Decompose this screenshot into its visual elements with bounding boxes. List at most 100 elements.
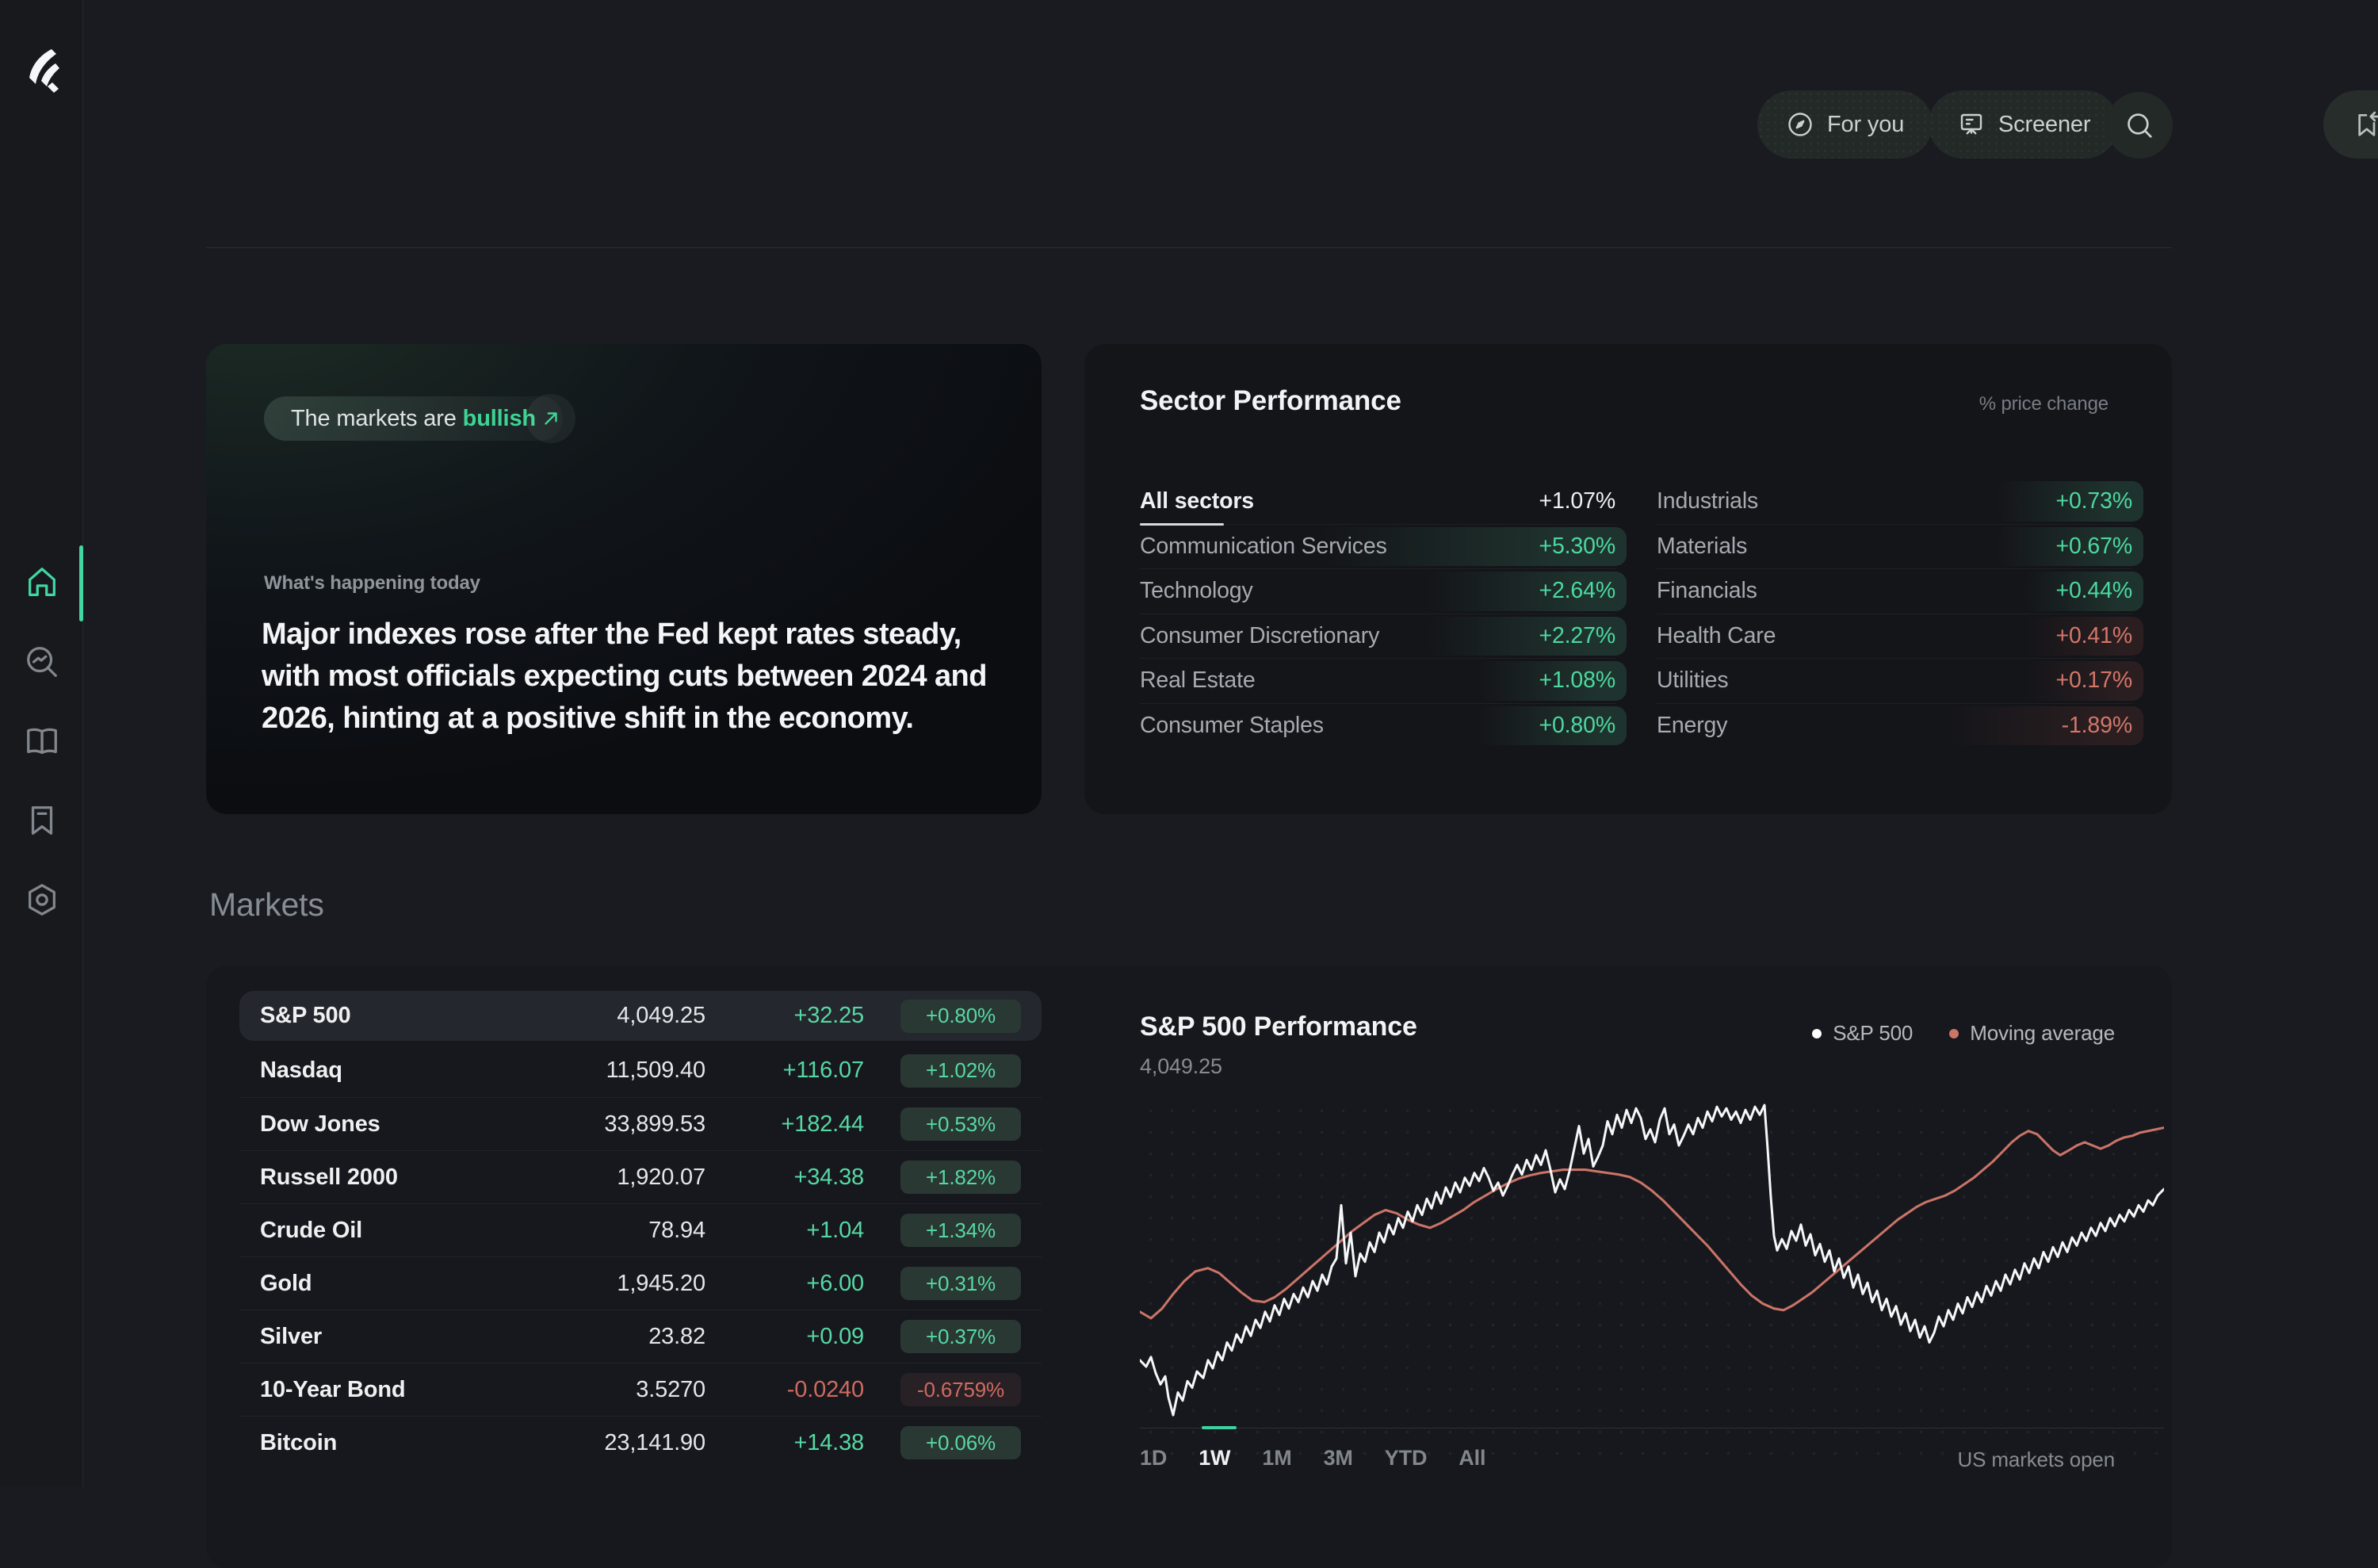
bookmark-icon (31, 806, 53, 835)
range-tab-ytd[interactable]: YTD (1385, 1446, 1428, 1470)
market-row-crude-oil[interactable]: Crude Oil 78.94 +1.04 +1.34% (239, 1203, 1042, 1256)
sector-row[interactable]: Energy -1.89% (1657, 702, 2143, 748)
legend-item-moving-average: Moving average (1949, 1021, 2115, 1046)
sector-row[interactable]: Communication Services +5.30% (1140, 523, 1627, 569)
save-for-later-button[interactable] (2323, 90, 2378, 159)
sidebar-item-explore[interactable] (24, 644, 60, 680)
sector-pct: -1.89% (2061, 712, 2133, 738)
sector-row[interactable]: Real Estate +1.08% (1140, 658, 1627, 703)
book-icon (27, 728, 57, 755)
sector-label: All sectors (1140, 488, 1254, 514)
search-button[interactable] (2106, 92, 2173, 159)
hexagon-target-icon (29, 884, 55, 916)
sector-row[interactable]: Utilities +0.17% (1657, 658, 2143, 703)
range-tab-all[interactable]: All (1459, 1446, 1485, 1470)
market-pct-badge: +1.02% (900, 1054, 1021, 1088)
market-row-nasdaq[interactable]: Nasdaq 11,509.40 +116.07 +1.02% (239, 1044, 1042, 1097)
market-row-10-year-bond[interactable]: 10-Year Bond 3.5270 -0.0240 -0.6759% (239, 1363, 1042, 1416)
bookmark-arrow-icon (2358, 111, 2378, 136)
range-tab-1d[interactable]: 1D (1140, 1446, 1167, 1470)
market-row-russell-2000[interactable]: Russell 2000 1,920.07 +34.38 +1.82% (239, 1150, 1042, 1203)
sector-row[interactable]: Financials +0.44% (1657, 568, 2143, 614)
market-name: Silver (260, 1323, 323, 1349)
market-value: 11,509.40 (606, 1057, 706, 1083)
moving-average-line (1138, 1126, 2166, 1320)
sector-label: Industrials (1657, 488, 1759, 514)
market-pct-badge: +0.31% (900, 1267, 1021, 1300)
sp500-performance-chart[interactable] (1138, 1100, 2166, 1455)
sidebar-item-saved[interactable] (24, 802, 60, 839)
sector-column-right: Industrials +0.73% Materials +0.67% Fina… (1657, 479, 2143, 748)
sector-pct: +0.73% (2055, 488, 2133, 514)
market-row-silver[interactable]: Silver 23.82 +0.09 +0.37% (239, 1310, 1042, 1363)
market-value: 1,920.07 (617, 1164, 705, 1190)
hero-card[interactable]: The markets are bullish What's happening… (206, 344, 1042, 814)
sector-label: Consumer Discretionary (1140, 622, 1380, 648)
compass-icon (1788, 113, 1812, 136)
home-icon (29, 568, 55, 596)
sector-pct: +0.80% (1539, 712, 1616, 738)
market-pct-badge: +0.06% (900, 1426, 1021, 1459)
header-divider (206, 247, 2172, 248)
sector-pct: +0.44% (2055, 578, 2133, 604)
market-change: +34.38 (793, 1164, 864, 1190)
market-change: -0.0240 (786, 1376, 864, 1402)
range-tab-1m[interactable]: 1M (1262, 1446, 1291, 1470)
market-status: US markets open (1957, 1448, 2116, 1471)
market-pct-badge: +0.37% (900, 1320, 1021, 1353)
sector-label: Materials (1657, 533, 1748, 559)
sector-label: Financials (1657, 578, 1757, 604)
range-tab-1w[interactable]: 1W (1199, 1446, 1230, 1470)
for-you-button[interactable]: For you (1757, 90, 1933, 159)
hero-eyebrow: What's happening today (264, 572, 480, 594)
market-value: 4,049.25 (617, 1003, 705, 1028)
sector-row[interactable]: Health Care +0.41% (1657, 613, 2143, 659)
chart-current-value: 4,049.25 (1140, 1054, 1222, 1078)
sector-column-left: All sectors +1.07% Communication Service… (1140, 479, 1627, 748)
sector-row[interactable]: Materials +0.67% (1657, 523, 2143, 569)
market-change: +6.00 (806, 1270, 864, 1296)
sector-pct: +1.07% (1539, 488, 1616, 514)
market-value: 33,899.53 (604, 1111, 705, 1137)
market-name: Nasdaq (260, 1057, 342, 1083)
market-row-gold[interactable]: Gold 1,945.20 +6.00 +0.31% (239, 1256, 1042, 1310)
market-name: Russell 2000 (260, 1164, 398, 1190)
market-sentiment-pill[interactable]: The markets are bullish (264, 396, 563, 441)
market-row-bitcoin[interactable]: Bitcoin 23,141.90 +14.38 +0.06% (239, 1416, 1042, 1469)
sentiment-value: bullish (462, 405, 536, 431)
sidebar (0, 0, 83, 1487)
search-trend-icon (27, 647, 57, 677)
market-name: Crude Oil (260, 1217, 363, 1243)
active-range-indicator (1202, 1426, 1237, 1429)
sidebar-item-learn[interactable] (24, 723, 60, 759)
sector-row[interactable]: Consumer Staples +0.80% (1140, 702, 1627, 748)
chart-legend: S&P 500 Moving average (1812, 1021, 2115, 1046)
market-change: +1.04 (806, 1217, 864, 1243)
market-pct-badge: +0.80% (900, 999, 1021, 1033)
screener-button[interactable]: Screener (1929, 90, 2120, 159)
range-tabs: 1D 1W 1M 3M YTD All (1140, 1446, 1485, 1470)
sidebar-item-settings[interactable] (24, 882, 60, 918)
legend-dot-sp500 (1812, 1028, 1822, 1038)
sector-pct: +0.41% (2055, 622, 2133, 648)
sector-row[interactable]: Technology +2.64% (1140, 568, 1627, 614)
sector-pct: +5.30% (1539, 533, 1616, 559)
sidebar-item-home[interactable] (24, 564, 60, 601)
market-row-dow-jones[interactable]: Dow Jones 33,899.53 +182.44 +0.53% (239, 1097, 1042, 1150)
sector-unit-label: % price change (1978, 393, 2108, 415)
sector-label: Consumer Staples (1140, 712, 1324, 738)
markets-card: S&P 500 4,049.25 +32.25 +0.80% Nasdaq 11… (206, 966, 2172, 1568)
market-value: 1,945.20 (617, 1270, 705, 1296)
sector-label: Technology (1140, 578, 1253, 604)
sector-row[interactable]: Industrials +0.73% (1657, 479, 2143, 524)
sector-pct: +2.27% (1539, 622, 1616, 648)
market-change: +182.44 (781, 1111, 864, 1137)
sentiment-link-button[interactable] (526, 394, 575, 443)
market-row-sp500[interactable]: S&P 500 4,049.25 +32.25 +0.80% (239, 991, 1042, 1041)
market-pct-badge: +0.53% (900, 1107, 1021, 1141)
hero-headline: Major indexes rose after the Fed kept ra… (262, 618, 987, 735)
sector-row[interactable]: Consumer Discretionary +2.27% (1140, 613, 1627, 659)
range-tab-3m[interactable]: 3M (1324, 1446, 1353, 1470)
sector-row-all[interactable]: All sectors +1.07% (1140, 479, 1616, 525)
markets-table: S&P 500 4,049.25 +32.25 +0.80% Nasdaq 11… (239, 991, 1042, 1469)
